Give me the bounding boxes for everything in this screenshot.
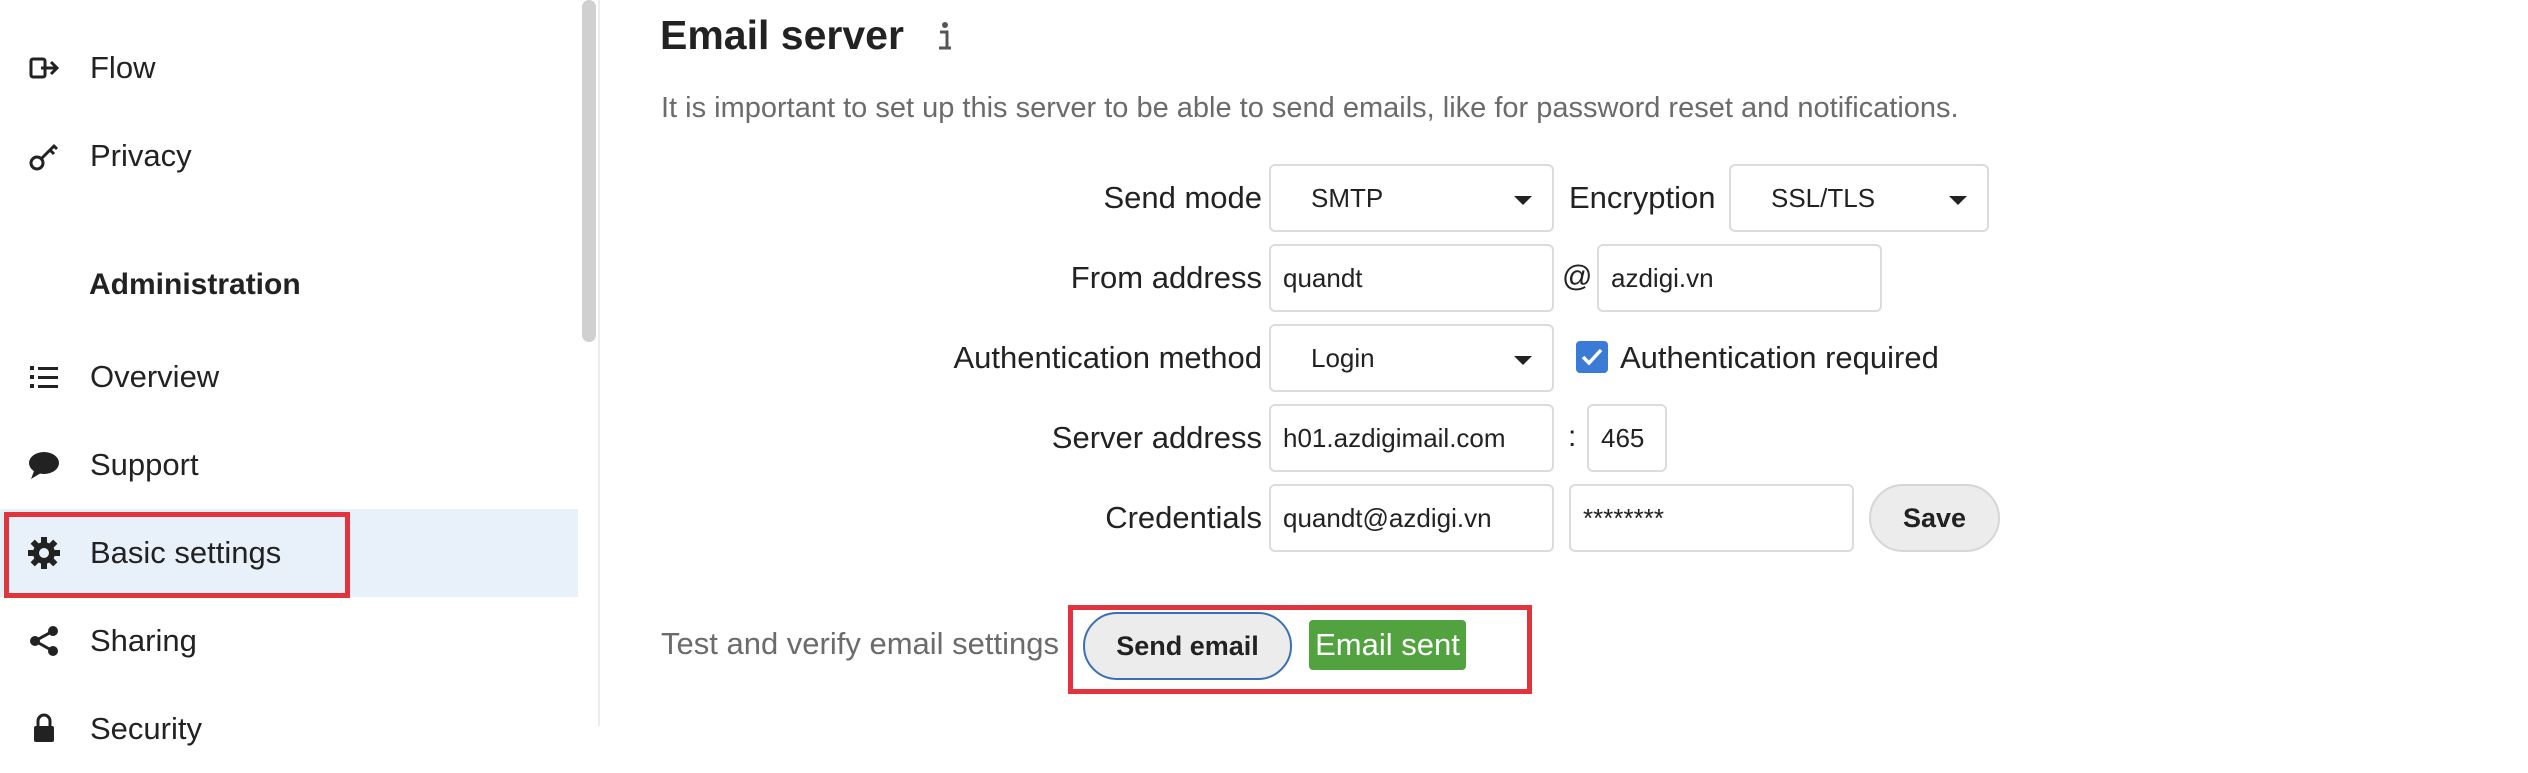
auth-required-label[interactable]: Authentication required bbox=[1620, 340, 1939, 376]
sidebar-item-label: Security bbox=[90, 711, 202, 746]
auth-method-select[interactable]: Login bbox=[1269, 324, 1554, 392]
sidebar-item-flow[interactable]: Flow bbox=[0, 24, 580, 112]
sidebar-item-sharing[interactable]: Sharing bbox=[0, 597, 580, 685]
from-address-user-input[interactable]: quandt bbox=[1269, 244, 1554, 312]
chevron-down-icon bbox=[1514, 356, 1532, 365]
sidebar-item-overview[interactable]: Overview bbox=[0, 333, 580, 421]
share-icon bbox=[26, 623, 62, 659]
info-icon[interactable] bbox=[934, 18, 956, 54]
sidebar-item-label: Overview bbox=[90, 359, 220, 394]
send-mode-value: SMTP bbox=[1311, 182, 1384, 213]
sidebar-item-privacy[interactable]: Privacy bbox=[0, 112, 580, 200]
sidebar-scrollbar[interactable] bbox=[582, 0, 596, 342]
chevron-down-icon bbox=[1949, 196, 1967, 205]
auth-required-checkbox[interactable] bbox=[1576, 341, 1608, 373]
sidebar-item-label: Support bbox=[90, 447, 199, 482]
save-button[interactable]: Save bbox=[1869, 484, 2000, 552]
at-separator: @ bbox=[1562, 260, 1593, 293]
key-icon bbox=[26, 138, 62, 174]
server-port-input[interactable]: 465 bbox=[1587, 404, 1667, 472]
credentials-password-input[interactable]: ******** bbox=[1569, 484, 1854, 552]
auth-method-value: Login bbox=[1311, 342, 1375, 373]
test-settings-text: Test and verify email settings bbox=[661, 626, 1060, 661]
section-description: It is important to set up this server to… bbox=[661, 92, 1959, 124]
from-address-domain-input[interactable]: azdigi.vn bbox=[1597, 244, 1882, 312]
server-host-input[interactable]: h01.azdigimail.com bbox=[1269, 404, 1554, 472]
sidebar-item-support[interactable]: Support bbox=[0, 421, 580, 509]
sidebar-divider bbox=[598, 0, 600, 726]
credentials-label: Credentials bbox=[1105, 500, 1262, 535]
lock-icon bbox=[26, 711, 62, 747]
send-mode-label: Send mode bbox=[1103, 180, 1262, 215]
server-address-label: Server address bbox=[1051, 420, 1262, 455]
chevron-down-icon bbox=[1514, 196, 1532, 205]
sidebar-item-label: Sharing bbox=[90, 623, 197, 658]
highlight-box-send-email bbox=[1068, 605, 1532, 694]
port-separator: : bbox=[1568, 420, 1577, 453]
encryption-select[interactable]: SSL/TLS bbox=[1729, 164, 1989, 232]
send-mode-select[interactable]: SMTP bbox=[1269, 164, 1554, 232]
credentials-username-input[interactable]: quandt@azdigi.vn bbox=[1269, 484, 1554, 552]
encryption-label: Encryption bbox=[1569, 180, 1716, 215]
from-address-label: From address bbox=[1070, 260, 1262, 295]
auth-method-label: Authentication method bbox=[953, 340, 1263, 375]
sidebar-item-label: Privacy bbox=[90, 138, 192, 173]
chat-bubble-icon bbox=[26, 447, 62, 483]
sidebar: Flow Privacy Administration Overview Sup… bbox=[0, 0, 600, 746]
encryption-value: SSL/TLS bbox=[1771, 182, 1876, 213]
sidebar-item-label: Flow bbox=[90, 50, 156, 85]
sidebar-item-security[interactable]: Security bbox=[0, 685, 580, 773]
highlight-box-basic-settings bbox=[4, 512, 350, 598]
sidebar-section-administration: Administration bbox=[89, 268, 301, 301]
flow-icon bbox=[26, 50, 62, 86]
list-icon bbox=[26, 359, 62, 395]
checkmark-icon bbox=[1581, 348, 1603, 366]
page-title: Email server bbox=[660, 12, 904, 58]
